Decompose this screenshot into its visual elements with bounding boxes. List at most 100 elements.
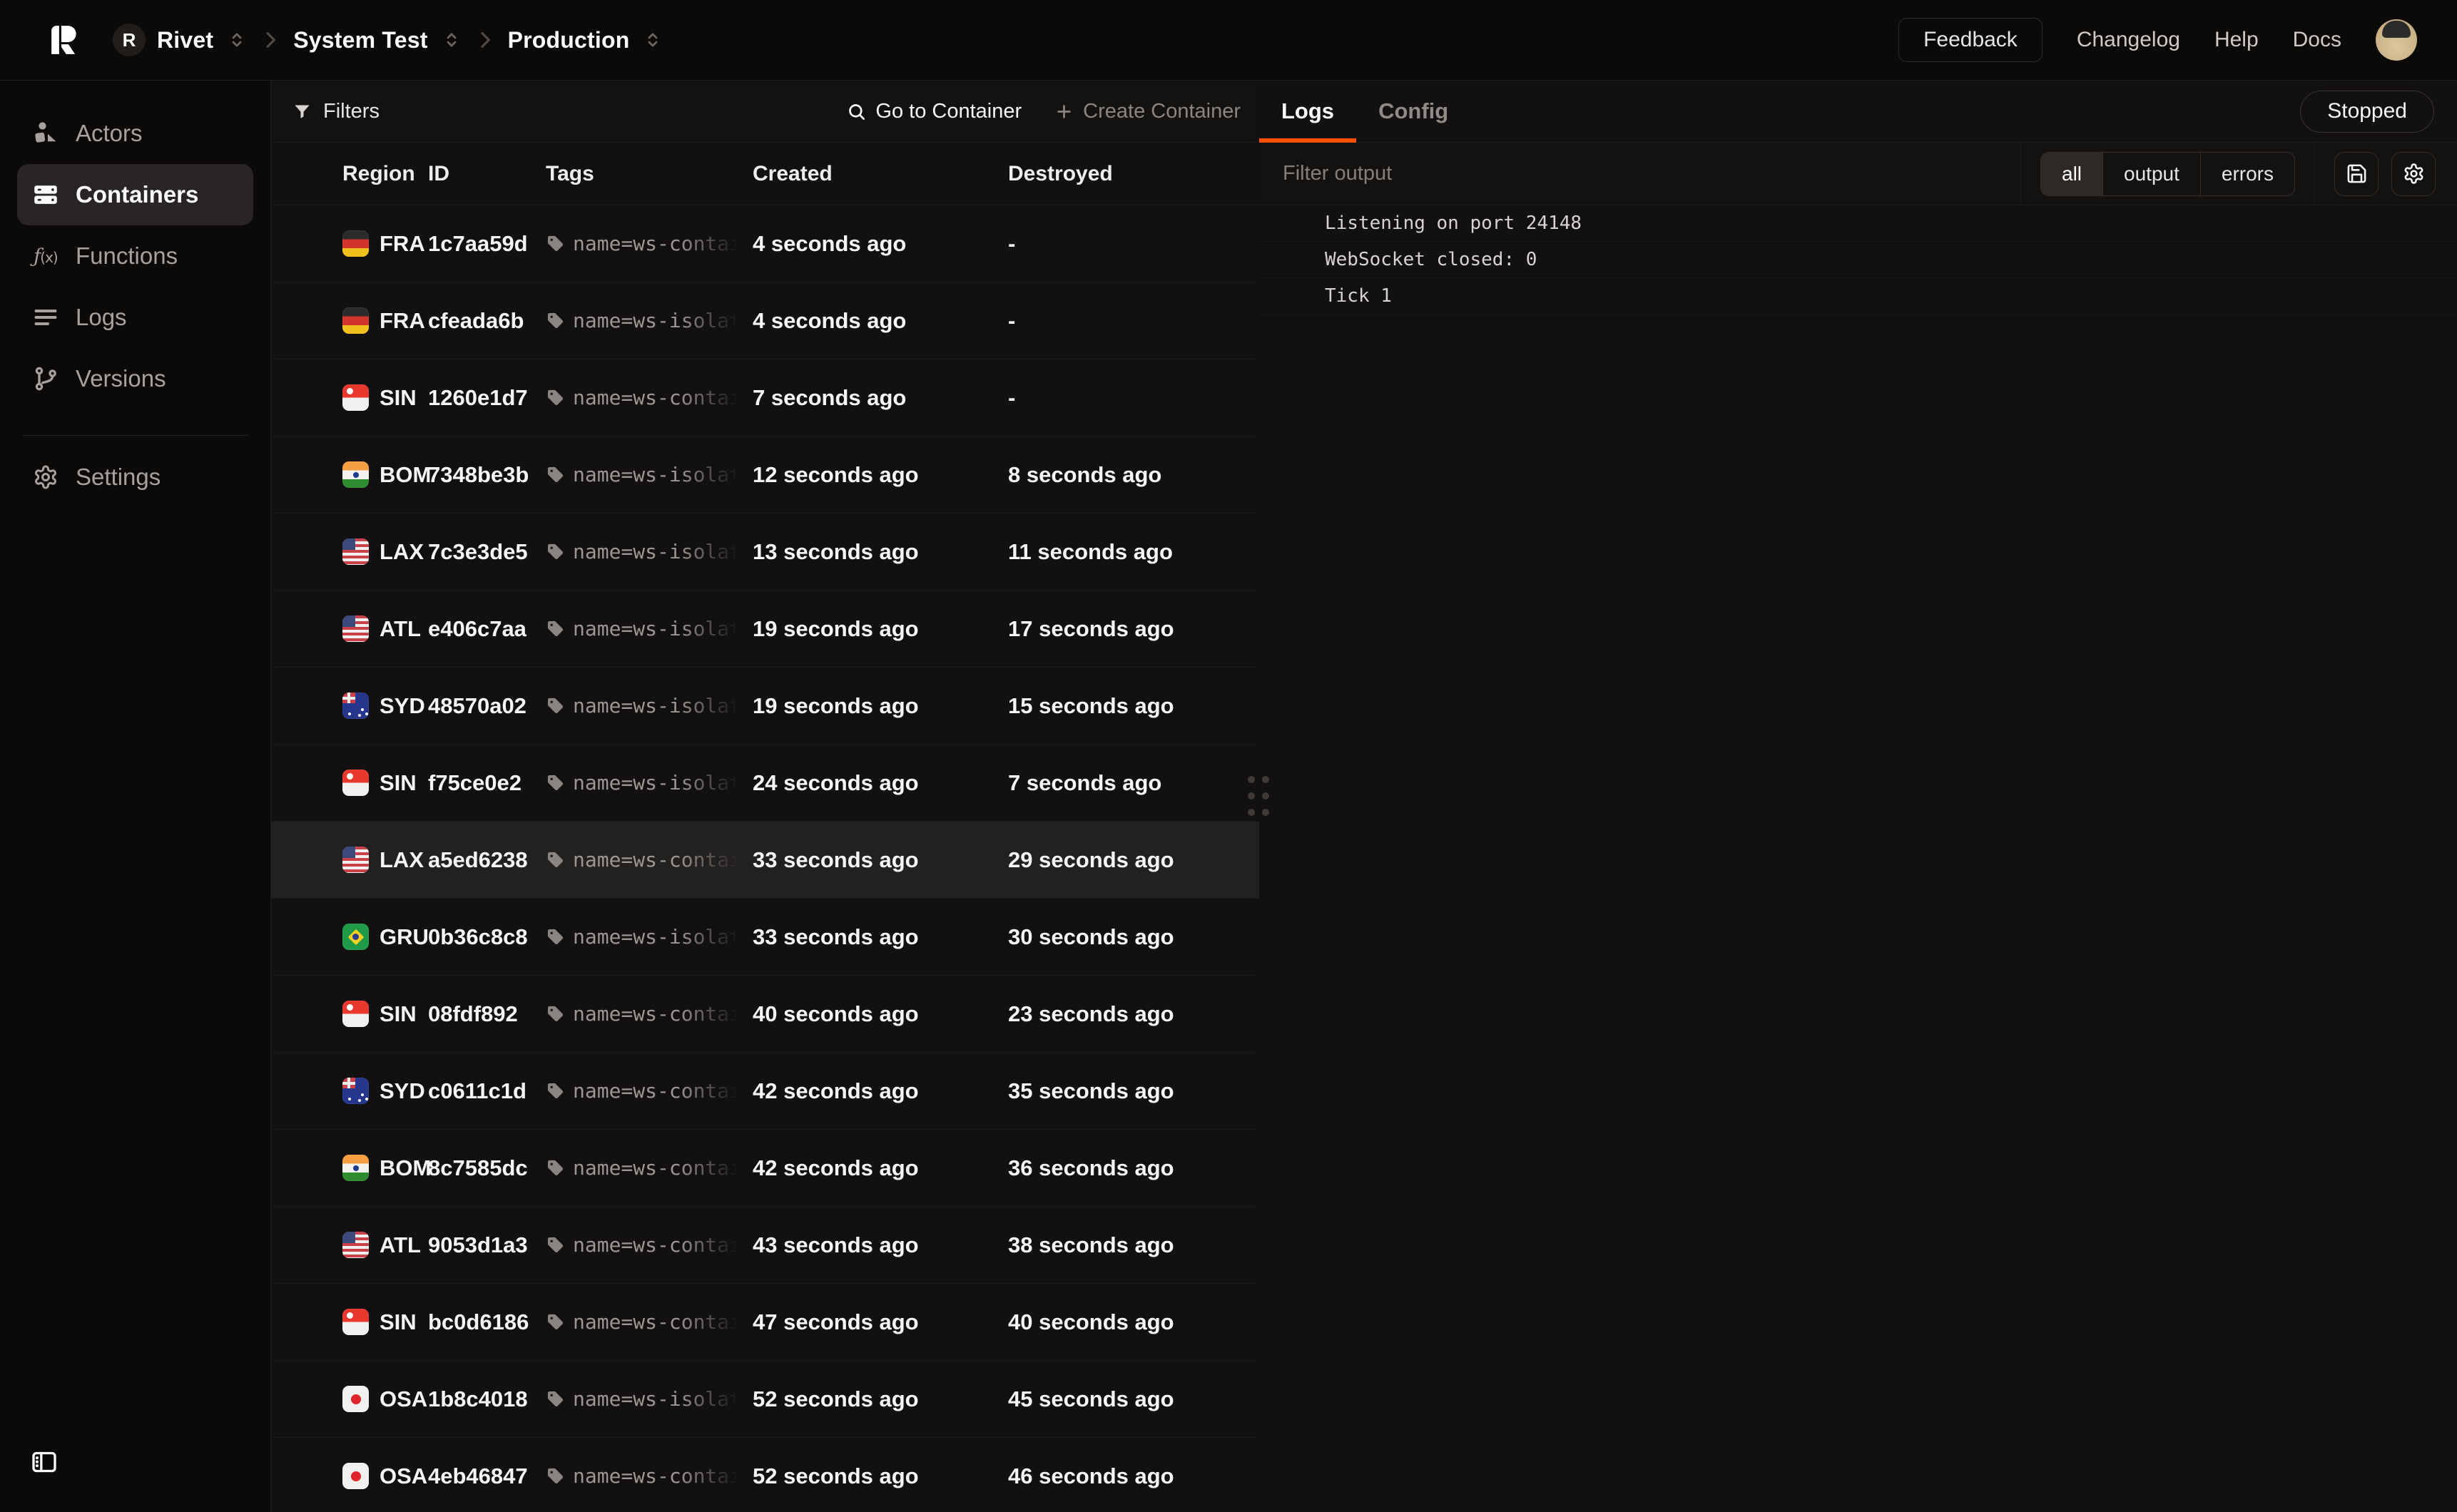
save-icon bbox=[2346, 163, 2368, 185]
tag-icon bbox=[546, 850, 565, 869]
table-row[interactable]: SIN 08fdf892 name=ws-container 40 second… bbox=[271, 976, 1259, 1053]
tag-value: name=ws-container bbox=[573, 1464, 743, 1488]
tag-value: name=ws-container bbox=[573, 1310, 743, 1334]
logs-icon bbox=[33, 305, 58, 330]
destroyed-time: 29 seconds ago bbox=[1008, 847, 1259, 873]
save-logs-button[interactable] bbox=[2334, 152, 2379, 196]
actors-icon bbox=[33, 121, 58, 146]
table-row[interactable]: SIN bc0d6186 name=ws-container 47 second… bbox=[271, 1284, 1259, 1361]
log-line[interactable]: Listening on port 24148 bbox=[1259, 205, 2457, 242]
table-row[interactable]: BOM 7348be3b name=ws-isolate 12 seconds … bbox=[271, 436, 1259, 514]
container-id: 1c7aa59d bbox=[428, 231, 546, 257]
panel-resize-handle[interactable] bbox=[1248, 776, 1269, 816]
tags-cell: name=ws-isolate bbox=[546, 617, 753, 640]
destroyed-time: 40 seconds ago bbox=[1008, 1309, 1259, 1335]
sidebar-item-actors[interactable]: Actors bbox=[17, 103, 253, 164]
link-docs[interactable]: Docs bbox=[2293, 28, 2341, 52]
destroyed-time: 17 seconds ago bbox=[1008, 616, 1259, 642]
log-line[interactable]: WebSocket closed: 0 bbox=[1259, 242, 2457, 278]
region-flag-icon bbox=[342, 847, 369, 873]
destroyed-time: 36 seconds ago bbox=[1008, 1155, 1259, 1181]
col-created: Created bbox=[753, 162, 1008, 186]
log-filter-segment-all[interactable]: all bbox=[2041, 153, 2102, 195]
region-cell: SYD bbox=[342, 693, 428, 719]
sidebar: Actors Containers ƒ(x) Functions Logs bbox=[0, 81, 271, 1512]
sidebar-item-containers[interactable]: Containers bbox=[17, 164, 253, 225]
region-flag-icon bbox=[342, 461, 369, 488]
container-id: 9053d1a3 bbox=[428, 1232, 546, 1258]
filters-button[interactable]: Filters bbox=[292, 100, 380, 123]
filters-label: Filters bbox=[323, 100, 380, 123]
destroyed-time: 38 seconds ago bbox=[1008, 1232, 1259, 1258]
created-time: 42 seconds ago bbox=[753, 1078, 1008, 1104]
table-row[interactable]: SYD c0611c1d name=ws-container 42 second… bbox=[271, 1053, 1259, 1130]
create-container-button[interactable]: Create Container bbox=[1054, 100, 1241, 123]
sidebar-item-versions[interactable]: Versions bbox=[17, 348, 253, 409]
table-row[interactable]: SIN f75ce0e2 name=ws-isolate 24 seconds … bbox=[271, 745, 1259, 822]
created-time: 12 seconds ago bbox=[753, 462, 1008, 488]
breadcrumb: R Rivet System Test Production bbox=[113, 24, 663, 56]
sidebar-item-functions[interactable]: ƒ(x) Functions bbox=[17, 225, 253, 287]
log-level-segmented-control: alloutputerrors bbox=[2040, 152, 2295, 196]
container-id: bc0d6186 bbox=[428, 1309, 546, 1335]
table-header: Region ID Tags Created Destroyed bbox=[271, 143, 1259, 205]
destroyed-time: 45 seconds ago bbox=[1008, 1386, 1259, 1412]
log-actions-section bbox=[2314, 143, 2457, 205]
region-flag-icon bbox=[342, 230, 369, 257]
log-filter-input[interactable] bbox=[1259, 143, 2020, 205]
log-line-text: WebSocket closed: 0 bbox=[1325, 249, 1537, 270]
feedback-button[interactable]: Feedback bbox=[1898, 18, 2043, 62]
log-line[interactable]: Tick 1 bbox=[1259, 278, 2457, 315]
breadcrumb-org[interactable]: R Rivet bbox=[113, 24, 248, 56]
region-code: GRU bbox=[380, 924, 429, 950]
table-row[interactable]: GRU 0b36c8c8 name=ws-isolate 33 seconds … bbox=[271, 899, 1259, 976]
col-id: ID bbox=[428, 162, 546, 186]
region-flag-icon bbox=[342, 538, 369, 565]
log-filter-segment-output[interactable]: output bbox=[2102, 153, 2200, 195]
sidebar-collapse-button[interactable] bbox=[30, 1448, 58, 1476]
link-help[interactable]: Help bbox=[2214, 28, 2259, 52]
table-row[interactable]: BOM 8c7585dc name=ws-container 42 second… bbox=[271, 1130, 1259, 1207]
sidebar-item-logs[interactable]: Logs bbox=[17, 287, 253, 348]
goto-container-button[interactable]: Go to Container bbox=[847, 100, 1022, 123]
log-settings-button[interactable] bbox=[2391, 152, 2436, 196]
table-row[interactable]: SIN 1260e1d7 name=ws-container 7 seconds… bbox=[271, 359, 1259, 436]
tag-icon bbox=[546, 1466, 565, 1486]
tab-config[interactable]: Config bbox=[1356, 81, 1470, 142]
tag-value: name=ws-isolate bbox=[573, 617, 743, 640]
tag-icon bbox=[546, 619, 565, 638]
tags-cell: name=ws-container bbox=[546, 848, 753, 872]
breadcrumb-project[interactable]: System Test bbox=[293, 27, 462, 53]
sidebar-item-settings[interactable]: Settings bbox=[17, 446, 253, 508]
breadcrumb-environment[interactable]: Production bbox=[508, 27, 664, 53]
created-time: 33 seconds ago bbox=[753, 847, 1008, 873]
link-changelog[interactable]: Changelog bbox=[2077, 28, 2180, 52]
main-content: Filters Go to Container Create Container bbox=[271, 81, 2457, 1512]
container-id: 4eb46847 bbox=[428, 1464, 546, 1489]
tags-cell: name=ws-isolate bbox=[546, 925, 753, 949]
sidebar-item-label: Versions bbox=[76, 365, 166, 392]
log-filter-segment-errors[interactable]: errors bbox=[2200, 153, 2294, 195]
table-row[interactable]: ATL e406c7aa name=ws-isolate 19 seconds … bbox=[271, 591, 1259, 668]
region-flag-icon bbox=[342, 1463, 369, 1489]
tab-logs[interactable]: Logs bbox=[1259, 81, 1356, 142]
user-avatar[interactable] bbox=[2376, 19, 2417, 61]
log-line-text: Tick 1 bbox=[1325, 285, 1392, 307]
table-row[interactable]: LAX 7c3e3de5 name=ws-isolate 13 seconds … bbox=[271, 514, 1259, 591]
container-id: 1260e1d7 bbox=[428, 385, 546, 411]
tag-icon bbox=[546, 1004, 565, 1023]
table-row[interactable]: SYD 48570a02 name=ws-isolate 19 seconds … bbox=[271, 668, 1259, 745]
tag-icon bbox=[546, 388, 565, 407]
table-row[interactable]: FRA cfeada6b name=ws-isolate 4 seconds a… bbox=[271, 282, 1259, 359]
table-row[interactable]: FRA 1c7aa59d name=ws-container 4 seconds… bbox=[271, 205, 1259, 282]
tag-value: name=ws-container bbox=[573, 1233, 743, 1257]
table-row[interactable]: OSA 4eb46847 name=ws-container 52 second… bbox=[271, 1438, 1259, 1512]
table-row[interactable]: LAX a5ed6238 name=ws-container 33 second… bbox=[271, 822, 1259, 899]
containers-icon bbox=[33, 182, 58, 208]
table-row[interactable]: ATL 9053d1a3 name=ws-container 43 second… bbox=[271, 1207, 1259, 1284]
tags-cell: name=ws-container bbox=[546, 386, 753, 409]
breadcrumb-org-label: Rivet bbox=[157, 27, 213, 53]
region-cell: SYD bbox=[342, 1078, 428, 1104]
region-cell: FRA bbox=[342, 307, 428, 334]
table-row[interactable]: OSA 1b8c4018 name=ws-isolate 52 seconds … bbox=[271, 1361, 1259, 1438]
